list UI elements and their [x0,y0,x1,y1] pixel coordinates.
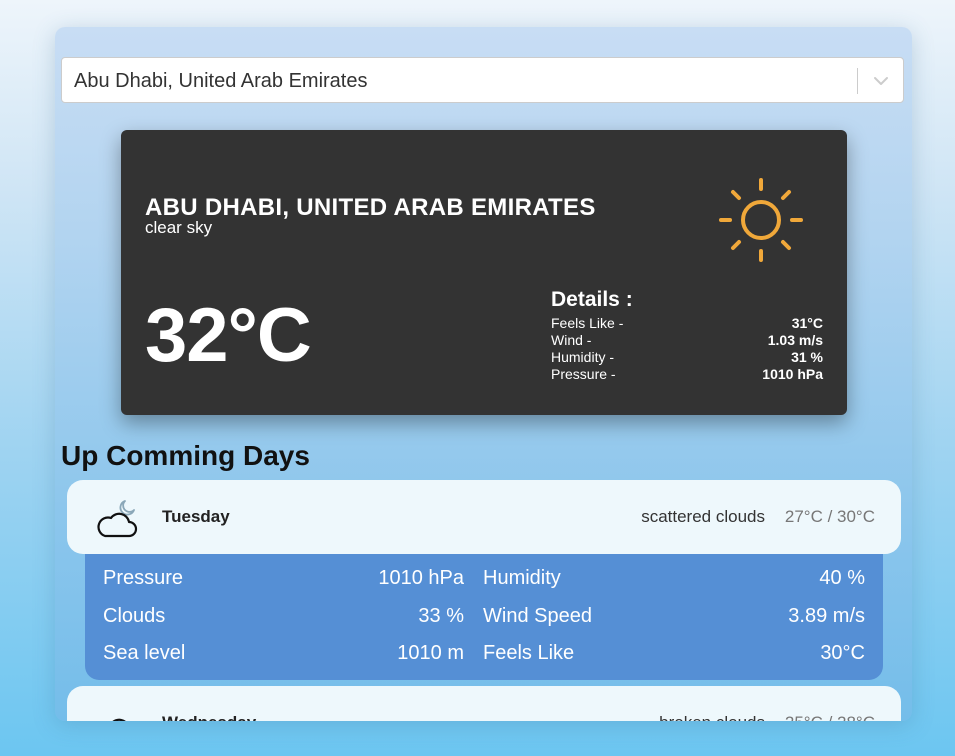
day-name: Tuesday [162,507,230,526]
pressure-value: 1010 hPa [378,567,464,589]
current-weather-card: ABU DHABI, UNITED ARAB EMIRATES clear sk… [121,130,847,415]
detail-row: Sea level 1010 m Feels Like 30°C [103,642,865,666]
detail-value: 1010 hPa [762,366,823,382]
detail-value: 31°C [791,315,823,331]
feels-like-label: Feels Like [483,642,575,664]
sun-icon [719,178,803,262]
day-description: broken clouds [659,713,765,721]
day-name: Wednesday [162,713,256,721]
detail-row-humidity: Humidity - 31 % [551,349,823,366]
detail-label: Humidity - [551,349,615,365]
wind-speed-value: 3.89 m/s [788,605,865,627]
wind-speed-label: Wind Speed [483,605,592,627]
sea-level-value: 1010 m [397,642,464,664]
day-temp-range: 27°C / 30°C [784,507,875,526]
details-panel: Details : Feels Like - 31°C Wind - 1.03 … [551,288,823,383]
current-temperature: 32°C [145,293,312,378]
forecast-day-wednesday[interactable]: Wednesday broken clouds 25°C / 28°C [67,686,901,721]
sea-level-label: Sea level [103,642,186,664]
pressure-label: Pressure [103,567,184,589]
cloud-night-icon [97,500,138,538]
city-search-select[interactable]: Abu Dhabi, United Arab Emirates [61,57,904,103]
humidity-value: 40 % [819,567,865,589]
select-separator [857,68,858,94]
detail-label: Wind - [551,332,592,348]
city-search-value: Abu Dhabi, United Arab Emirates [74,70,368,92]
humidity-label: Humidity [483,567,561,589]
forecast-title: Up Comming Days [61,440,310,471]
detail-label: Feels Like - [551,315,624,331]
detail-row: Pressure 1010 hPa Humidity 40 % [103,567,865,591]
clouds-label: Clouds [103,605,166,627]
detail-row-pressure: Pressure - 1010 hPa [551,366,823,383]
detail-row-wind: Wind - 1.03 m/s [551,332,823,349]
details-title: Details : [551,288,633,311]
weather-description: clear sky [145,218,213,237]
forecast-day-tuesday[interactable]: Tuesday scattered clouds 27°C / 30°C [67,480,901,554]
cloud-icon [112,718,126,721]
detail-row-feels-like: Feels Like - 31°C [551,315,823,332]
forecast-day-details: Pressure 1010 hPa Humidity 40 % Clouds 3… [85,554,883,680]
chevron-down-icon[interactable] [871,71,891,91]
city-name: ABU DHABI, UNITED ARAB EMIRATES [145,194,596,221]
detail-label: Pressure - [551,366,616,382]
clouds-value: 33 % [418,605,464,627]
detail-value: 31 % [791,349,823,365]
detail-row: Clouds 33 % Wind Speed 3.89 m/s [103,605,865,629]
detail-value: 1.03 m/s [767,332,823,348]
day-description: scattered clouds [641,507,765,526]
weather-app: Abu Dhabi, United Arab Emirates ABU DHAB… [55,27,912,721]
feels-like-value: 30°C [820,642,865,664]
day-temp-range: 25°C / 28°C [785,713,875,721]
